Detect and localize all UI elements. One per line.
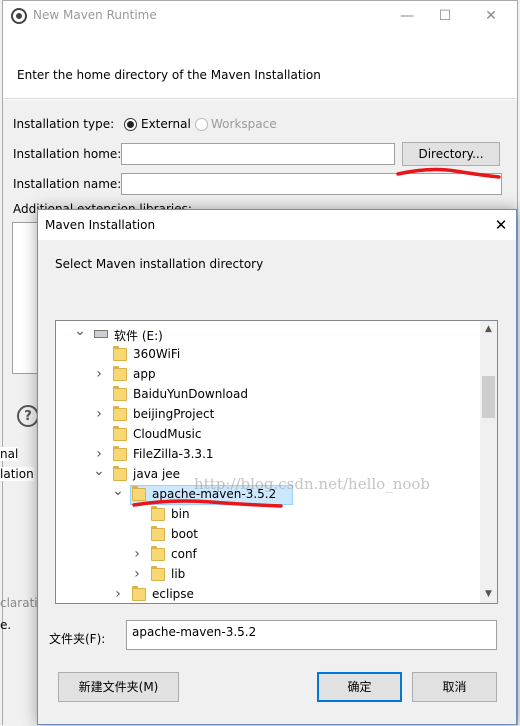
tree-item[interactable]: › lib: [56, 565, 476, 585]
installation-name-input[interactable]: [121, 173, 502, 195]
tree-item[interactable]: boot: [56, 525, 476, 545]
folder-icon: [113, 466, 127, 481]
close-button[interactable]: ✕: [469, 1, 513, 31]
chevron-down-icon[interactable]: ⌄: [93, 464, 105, 480]
tree-item[interactable]: › conf: [56, 545, 476, 565]
folder-icon: [113, 406, 127, 421]
tree-item-label: FileZilla-3.3.1: [133, 447, 214, 461]
folder-icon: [113, 366, 127, 381]
installation-name-label: Installation name:: [13, 177, 122, 191]
scroll-up-icon[interactable]: ▲: [480, 321, 497, 338]
folder-icon: [113, 346, 127, 361]
drive-icon: [94, 330, 108, 338]
tree-item[interactable]: BaiduYunDownload: [56, 385, 476, 405]
cancel-button[interactable]: 取消: [412, 672, 497, 702]
tree-item[interactable]: 360WiFi: [56, 345, 476, 365]
tree-item-label: beijingProject: [133, 407, 215, 421]
folder-icon: [151, 526, 165, 541]
chevron-right-icon[interactable]: ›: [112, 587, 124, 601]
dialog-close-button[interactable]: ✕: [486, 210, 516, 240]
tree-item-label: BaiduYunDownload: [133, 387, 248, 401]
ok-button[interactable]: 确定: [317, 672, 402, 702]
new-folder-button[interactable]: 新建文件夹(M): [58, 672, 179, 702]
extension-libraries-list[interactable]: [12, 222, 40, 374]
background-fragment-clarati: clarati: [0, 596, 38, 610]
chevron-down-icon[interactable]: ⌄: [74, 324, 86, 340]
wizard-header-text: Enter the home directory of the Maven In…: [17, 68, 321, 82]
tree-item-label: 软件 (E:): [114, 329, 163, 343]
tree-item-label: bin: [171, 507, 190, 521]
chevron-right-icon[interactable]: ›: [93, 407, 105, 421]
tree-item[interactable]: ⌄ 软件 (E:): [56, 324, 476, 345]
tree-item-label: CloudMusic: [133, 427, 202, 441]
chevron-right-icon[interactable]: ›: [93, 367, 105, 381]
tree-item-label: java jee: [133, 467, 181, 481]
folder-icon: [132, 586, 146, 601]
external-radio[interactable]: [124, 118, 137, 131]
help-icon[interactable]: ?: [17, 405, 39, 427]
tree-item-label: eclipse: [152, 587, 194, 601]
folder-icon: [113, 446, 127, 461]
tree-item-label: boot: [171, 527, 199, 541]
folder-icon: [113, 386, 127, 401]
tree-item-label: conf: [171, 547, 197, 561]
installation-home-input[interactable]: [121, 143, 395, 165]
installation-home-label: Installation home:: [13, 147, 122, 161]
chevron-right-icon[interactable]: ›: [131, 547, 143, 561]
folder-label: 文件夹(F):: [49, 632, 106, 646]
tree-item[interactable]: › app: [56, 365, 476, 385]
tree-item-label: lib: [171, 567, 186, 581]
chevron-down-icon[interactable]: ⌄: [112, 484, 124, 500]
tree-item[interactable]: bin: [56, 505, 476, 525]
folder-icon: [113, 426, 127, 441]
folder-tree[interactable]: ⌄ 软件 (E:) 360WiFi › app BaiduYunDownload › beij…: [55, 320, 498, 604]
background-fragment-lation: lation: [0, 467, 34, 481]
background-fragment-nal: nal: [0, 447, 19, 461]
installation-type-label: Installation type:: [13, 117, 115, 131]
folder-icon: [132, 486, 146, 501]
dialog-title-bar: Maven Installation ✕: [38, 210, 516, 240]
folder-input[interactable]: apache-maven-3.5.2: [126, 620, 497, 650]
folder-icon: [151, 566, 165, 581]
dialog-description: Select Maven installation directory: [55, 257, 264, 271]
tree-item[interactable]: › eclipse: [56, 585, 476, 603]
wizard-header: Enter the home directory of the Maven In…: [3, 31, 517, 99]
window-title: New Maven Runtime: [33, 8, 157, 22]
maximize-button[interactable]: ☐: [423, 1, 467, 31]
workspace-radio[interactable]: [195, 118, 208, 131]
workspace-radio-label[interactable]: Workspace: [211, 117, 277, 131]
title-bar: New Maven Runtime — ☐ ✕: [3, 1, 517, 31]
tree-item-label: app: [133, 367, 156, 381]
eclipse-icon: [11, 8, 27, 24]
scroll-down-icon[interactable]: ▼: [480, 586, 497, 603]
dialog-title: Maven Installation: [45, 218, 156, 232]
directory-button[interactable]: Directory...: [402, 142, 500, 166]
tree-item-label: 360WiFi: [133, 347, 181, 361]
background-fragment-e: e.: [0, 618, 12, 632]
folder-icon: [151, 506, 165, 521]
maven-installation-dialog: Maven Installation ✕ Select Maven instal…: [37, 209, 517, 725]
external-radio-label[interactable]: External: [141, 117, 191, 131]
tree-item[interactable]: CloudMusic: [56, 425, 476, 445]
chevron-right-icon[interactable]: ›: [131, 567, 143, 581]
scroll-thumb[interactable]: [482, 376, 495, 418]
vertical-scrollbar[interactable]: ▲ ▼: [480, 321, 497, 603]
chevron-right-icon[interactable]: ›: [93, 447, 105, 461]
tree-item[interactable]: › FileZilla-3.3.1: [56, 445, 476, 465]
tree-item[interactable]: › beijingProject: [56, 405, 476, 425]
watermark-text: http://blog.csdn.net/hello_noob: [194, 475, 431, 493]
folder-icon: [151, 546, 165, 561]
